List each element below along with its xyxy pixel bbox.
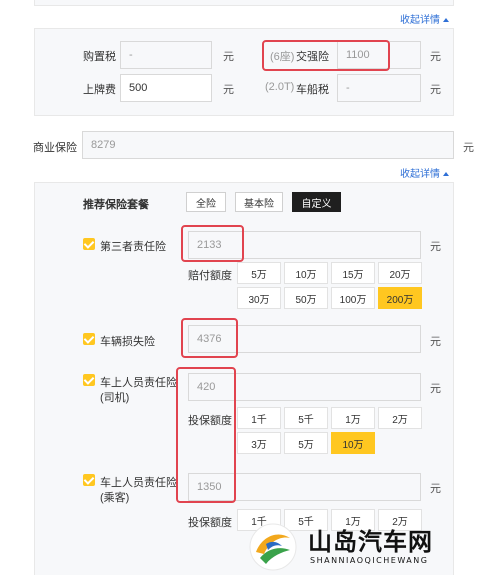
passenger-sub-label: 投保额度 <box>188 517 232 529</box>
third-party-option[interactable]: 10万 <box>284 262 328 284</box>
site-watermark: 山岛汽车网 SHANNIAOQICHEWANG <box>248 520 480 575</box>
third-party-option[interactable]: 30万 <box>237 287 281 309</box>
collapse-details-link-2[interactable]: 收起详情 <box>400 165 449 180</box>
vessel-tax-note: (2.0T) <box>265 81 295 93</box>
watermark-subtitle: SHANNIAOQICHEWANG <box>310 556 429 565</box>
vessel-tax-label: 车船税 <box>296 84 329 96</box>
third-party-option[interactable]: 20万 <box>378 262 422 284</box>
package-full-button[interactable]: 全险 <box>186 192 226 212</box>
highlight-box-passenger-driver <box>176 367 236 503</box>
collapse-label: 收起详情 <box>400 15 440 26</box>
driver-option[interactable]: 3万 <box>237 432 281 454</box>
caret-up-icon <box>443 172 449 177</box>
third-party-option[interactable]: 50万 <box>284 287 328 309</box>
commercial-insurance-label: 商业保险 <box>33 142 77 154</box>
passenger-unit: 元 <box>430 483 441 495</box>
plate-fee-unit: 元 <box>223 84 234 96</box>
third-party-option-selected[interactable]: 200万 <box>378 287 422 309</box>
driver-unit: 元 <box>430 383 441 395</box>
passenger-label-sub: (乘客) <box>100 492 130 504</box>
passenger-label: 车上人员责任险 <box>100 477 177 489</box>
collapse-details-link-1[interactable]: 收起详情 <box>400 11 449 26</box>
third-party-label: 第三者责任险 <box>100 241 166 253</box>
driver-option[interactable]: 1万 <box>331 407 375 429</box>
vehicle-damage-checkbox[interactable] <box>83 333 95 345</box>
driver-label: 车上人员责任险 <box>100 377 177 389</box>
plate-fee-label: 上牌费 <box>83 84 116 96</box>
highlight-box-compulsory <box>262 40 390 71</box>
vehicle-damage-unit: 元 <box>430 336 441 348</box>
vessel-tax-unit: 元 <box>430 84 441 96</box>
third-party-unit: 元 <box>430 241 441 253</box>
site-logo-icon <box>249 523 297 571</box>
plate-fee-input[interactable]: 500 <box>120 74 212 102</box>
compulsory-unit: 元 <box>430 51 441 63</box>
commercial-insurance-input[interactable]: 8279 <box>82 131 454 159</box>
purchase-tax-input[interactable]: - <box>120 41 212 69</box>
package-label: 推荐保险套餐 <box>83 199 149 211</box>
third-party-option[interactable]: 100万 <box>331 287 375 309</box>
driver-option[interactable]: 5千 <box>284 407 328 429</box>
driver-checkbox[interactable] <box>83 374 95 386</box>
purchase-tax-unit: 元 <box>223 51 234 63</box>
driver-option-selected[interactable]: 10万 <box>331 432 375 454</box>
vehicle-damage-label: 车辆损失险 <box>100 336 155 348</box>
purchase-tax-label: 购置税 <box>83 51 116 63</box>
third-party-sub-label: 赔付额度 <box>188 270 232 282</box>
third-party-option[interactable]: 15万 <box>331 262 375 284</box>
third-party-option[interactable]: 5万 <box>237 262 281 284</box>
driver-label-sub: (司机) <box>100 392 130 404</box>
package-basic-button[interactable]: 基本险 <box>235 192 283 212</box>
commercial-unit: 元 <box>463 142 474 154</box>
driver-option[interactable]: 2万 <box>378 407 422 429</box>
package-custom-button[interactable]: 自定义 <box>292 192 341 212</box>
previous-panel-edge <box>34 0 454 6</box>
vessel-tax-input[interactable]: - <box>337 74 421 102</box>
highlight-box-vehicle-damage <box>181 318 238 358</box>
passenger-checkbox[interactable] <box>83 474 95 486</box>
caret-up-icon <box>443 18 449 23</box>
third-party-checkbox[interactable] <box>83 238 95 250</box>
driver-option[interactable]: 1千 <box>237 407 281 429</box>
collapse-label: 收起详情 <box>400 169 440 180</box>
watermark-title: 山岛汽车网 <box>308 528 433 556</box>
driver-option[interactable]: 5万 <box>284 432 328 454</box>
highlight-box-third-party <box>181 225 244 262</box>
